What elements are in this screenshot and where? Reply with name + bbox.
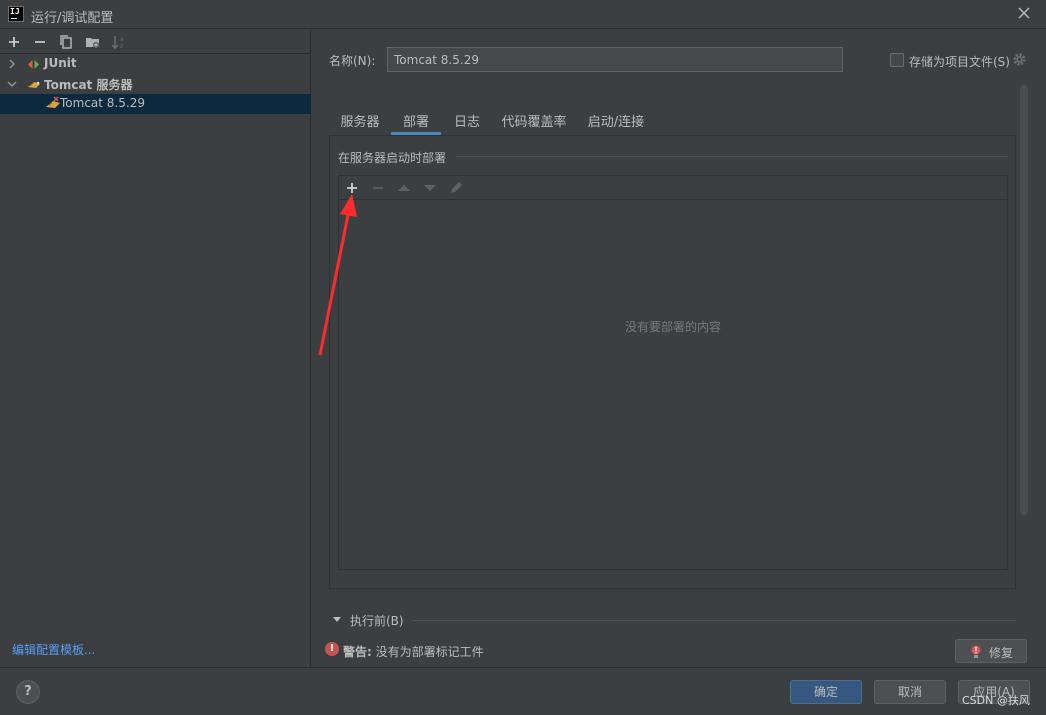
help-button[interactable]: ? [16, 680, 40, 704]
chevron-down-icon[interactable] [332, 614, 342, 624]
tab-deployment[interactable]: 部署 [391, 105, 441, 135]
cancel-button[interactable]: 取消 [874, 680, 946, 704]
before-launch-label[interactable]: 执行前(B) [350, 612, 404, 629]
configuration-sidebar: a z JUnit Tomcat 服务器 Tomcat 8.5.29 编辑配置模… [0, 30, 311, 667]
svg-text:z: z [120, 43, 123, 50]
name-input[interactable] [387, 47, 843, 72]
chevron-right-icon[interactable] [6, 58, 18, 70]
tab-code-coverage[interactable]: 代码覆盖率 [493, 105, 575, 135]
error-icon: ! [325, 642, 339, 656]
remove-icon[interactable] [369, 179, 387, 197]
fix-button[interactable]: 修复 [955, 639, 1027, 663]
window-title: 运行/调试配置 [31, 11, 114, 26]
add-icon[interactable] [343, 179, 361, 197]
add-icon[interactable] [5, 33, 23, 51]
vertical-scrollbar[interactable] [1020, 85, 1028, 515]
gear-icon[interactable] [1012, 52, 1027, 67]
title-bar: IJ 运行/调试配置 [0, 0, 1046, 29]
empty-deployment-message: 没有要部署的内容 [624, 320, 721, 334]
tree-item-label: Tomcat 服务器 [44, 78, 133, 92]
tab-startup-connection[interactable]: 启动/连接 [575, 105, 657, 135]
move-up-icon[interactable] [395, 179, 413, 197]
lightbulb-error-icon [971, 645, 981, 658]
sort-icon[interactable]: a z [110, 33, 128, 51]
configuration-editor: 名称(N): 存储为项目文件(S) 服务器 部署 日志 代码覆盖率 启动/连接 … [312, 30, 1046, 667]
svg-text:a: a [120, 36, 124, 43]
section-divider [412, 620, 1016, 621]
junit-icon [28, 60, 39, 69]
store-as-project-file-label[interactable]: 存储为项目文件(S) [909, 53, 1010, 70]
dialog-button-bar: ? 确定 取消 应用(A) CSDN @扶风 [0, 667, 1046, 715]
chevron-down-icon[interactable] [6, 78, 18, 90]
tree-item-junit[interactable]: JUnit [0, 54, 311, 74]
deployment-list[interactable]: 没有要部署的内容 [338, 175, 1008, 570]
ok-button[interactable]: 确定 [790, 680, 862, 704]
tree-item-tomcat-server[interactable]: Tomcat 服务器 [0, 74, 311, 94]
edit-icon[interactable] [447, 179, 465, 197]
edit-configuration-templates-link[interactable]: 编辑配置模板... [12, 641, 95, 658]
tree-item-label: Tomcat 8.5.29 [60, 96, 145, 110]
folder-add-icon[interactable] [84, 33, 102, 51]
remove-icon[interactable] [31, 33, 49, 51]
tree-item-tomcat-8-5-29[interactable]: Tomcat 8.5.29 [0, 94, 311, 114]
name-label: 名称(N): [329, 54, 376, 68]
copy-icon[interactable] [57, 33, 75, 51]
deployment-tab-content: 在服务器启动时部署 没有要部署的内容 [329, 135, 1016, 589]
close-icon[interactable] [1016, 5, 1032, 21]
intellij-app-icon: IJ [8, 6, 24, 22]
warning-message: 警告: 没有为部署标记工件 [343, 645, 484, 659]
deploy-section-title: 在服务器启动时部署 [338, 151, 447, 165]
watermark: CSDN @扶风 [962, 694, 1030, 707]
sidebar-toolbar: a z [0, 30, 311, 54]
move-down-icon[interactable] [421, 179, 439, 197]
store-as-project-file-checkbox[interactable] [890, 53, 904, 67]
section-divider [456, 156, 1008, 157]
tab-logs[interactable]: 日志 [441, 105, 493, 135]
tree-item-label: JUnit [44, 56, 77, 70]
tomcat-icon [46, 96, 60, 108]
tomcat-icon [28, 81, 40, 88]
deployment-toolbar [339, 176, 1007, 200]
tab-server[interactable]: 服务器 [329, 105, 391, 135]
